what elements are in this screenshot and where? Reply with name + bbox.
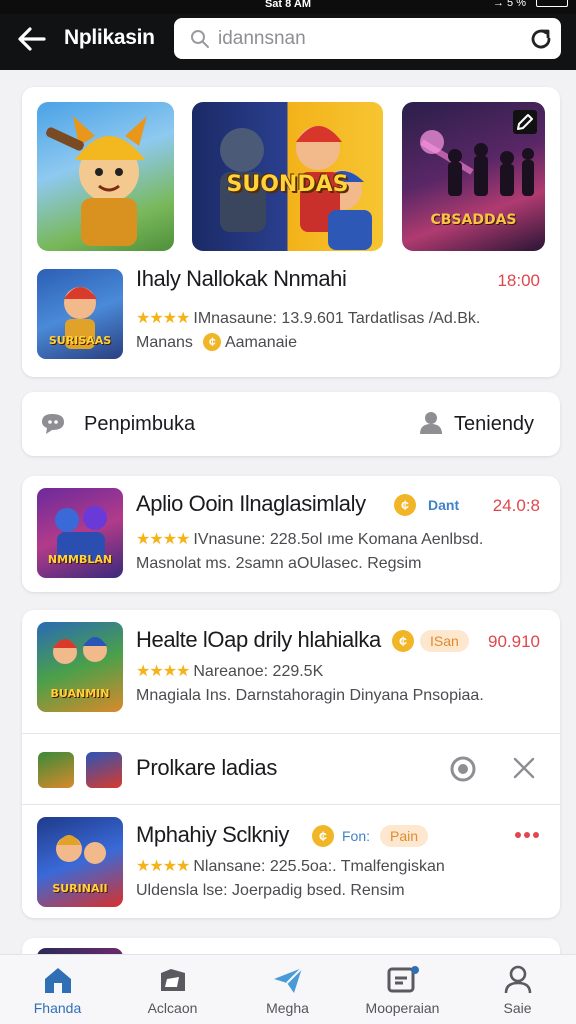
game-3-thumbnail[interactable]: SURINAII: [37, 817, 123, 907]
nav-item-profile[interactable]: Saie: [460, 955, 575, 1024]
bottom-nav: Fhanda Aclcaon Megha Mooperaian Saie: [0, 954, 576, 1024]
game-1-price: 24.0:8: [492, 496, 540, 515]
game-3-stats: ★★★★ Nlansane: 225.5oa:. Tmalfengiskan: [136, 857, 445, 877]
rating-stars: ★★★★: [136, 531, 190, 548]
search-placeholder: idannsnan: [218, 28, 306, 49]
folder-icon: [161, 969, 185, 991]
banner-2[interactable]: SUONDAS: [192, 102, 383, 251]
game-2-stats-text: Nareanoe: 229.5K: [193, 663, 324, 680]
nav-item-messages[interactable]: Mooperaian: [345, 955, 460, 1024]
game-1-tag: Dant: [428, 497, 460, 513]
nav-label-collection: Aclcaon: [147, 1000, 198, 1016]
more-icon[interactable]: [514, 831, 540, 839]
search-input[interactable]: idannsnan: [174, 18, 561, 59]
banner-3[interactable]: CBSADDAS: [402, 102, 545, 251]
edit-icon[interactable]: [513, 110, 537, 134]
coin-icon: ¢: [312, 825, 334, 847]
featured-title: Ihaly Nallokak Nnmahi: [136, 266, 347, 291]
featured-sub-prefix: Manans: [136, 334, 193, 351]
filter-bar: Penpimbuka Teniendy: [22, 392, 560, 456]
game-card-2[interactable]: BUANMIN Healte lOap drily hlahialka ¢ IS…: [22, 610, 560, 732]
coin-icon: ¢: [394, 494, 416, 516]
coin-icon: ¢: [203, 333, 222, 351]
game-1-thumbnail[interactable]: NMMBLAN: [37, 488, 123, 578]
game-1-thumb-title: NMMBLAN: [47, 553, 113, 566]
app-bar: Nplikasin idannsnan: [0, 14, 576, 70]
game-group-card: BUANMIN Healte lOap drily hlahialka ¢ IS…: [22, 610, 560, 918]
nav-label-messages: Mooperaian: [365, 1000, 440, 1016]
arrow-left-icon[interactable]: [14, 24, 50, 54]
game-1-sub: Masnolat ms. 2samn aOUlasec. Regsim: [136, 555, 422, 572]
filter-left[interactable]: Penpimbuka: [38, 392, 238, 456]
game-3-stats-text: Nlansane: 225.5oa:. Tmalfengiskan: [193, 858, 445, 875]
featured-thumbnail[interactable]: SURISAAS: [37, 269, 123, 359]
close-icon[interactable]: [512, 756, 536, 780]
featured-card: SUONDAS CBSADDAS SURISAAS Ihaly Nallokak…: [22, 87, 560, 377]
home-icon: [45, 968, 71, 993]
target-icon[interactable]: [450, 756, 476, 782]
coin-icon: ¢: [392, 630, 414, 652]
game-2-price: 90.910: [488, 632, 540, 651]
game-2-tag: ISan: [420, 630, 469, 652]
game-1-stats-text: IVnasune: 228.5ol ıme Komana Aenlbsd.: [193, 531, 484, 548]
game-2-thumbnail[interactable]: BUANMIN: [37, 622, 123, 712]
message-icon: [387, 966, 419, 993]
game-3-tag-plain: Fon:: [342, 828, 371, 844]
banner-3-title: CBSADDAS: [430, 212, 517, 228]
game-1-stats: ★★★★ IVnasune: 228.5ol ıme Komana Aenlbsd…: [136, 530, 483, 550]
nav-item-collection[interactable]: Aclcaon: [115, 955, 230, 1024]
featured-sub-suffix: Aamanaie: [224, 334, 297, 351]
page-title: Nplikasin: [64, 26, 155, 49]
featured-stats: ★★★★ IMnasaune: 13.9.601 Tardatlisas /Ad.…: [136, 309, 480, 329]
rating-stars: ★★★★: [136, 663, 190, 680]
game-card-1[interactable]: NMMBLAN Aplio Ooin Ilnaglasimlaly ¢ Dant…: [22, 476, 560, 592]
featured-price: 18:00: [497, 271, 540, 290]
game-3-title: Mphahiy Sclkniy: [136, 822, 289, 847]
send-icon: [274, 967, 303, 993]
refresh-icon[interactable]: [529, 27, 553, 51]
banner-1[interactable]: [37, 102, 174, 251]
profile-icon: [504, 965, 532, 994]
chat-icon: [42, 414, 64, 434]
user-icon: [420, 412, 442, 434]
nav-item-send[interactable]: Megha: [230, 955, 345, 1024]
game-3-sub: Uldensla lse: Joerpadig bsed. Rensim: [136, 882, 405, 899]
featured-thumb-title: SURISAAS: [48, 334, 112, 347]
game-3-tag: Pain: [380, 825, 429, 847]
filter-right[interactable]: Teniendy: [418, 392, 540, 456]
promo-thumb-2: [86, 752, 122, 788]
game-3-thumb-title: SURINAII: [52, 882, 108, 895]
filter-left-label: Penpimbuka: [84, 413, 196, 435]
featured-stats-text: IMnasaune: 13.9.601 Tardatlisas /Ad.Bk.: [193, 310, 481, 327]
promo-label: Prolkare ladias: [136, 755, 278, 780]
status-time: Sat 8 AM: [264, 0, 312, 10]
status-bar: Sat 8 AM → 5 %: [0, 0, 576, 14]
nav-label-home: Fhanda: [33, 1000, 82, 1016]
nav-item-home[interactable]: Fhanda: [0, 955, 115, 1024]
nav-label-profile: Saie: [503, 1000, 532, 1016]
battery-icon: [536, 0, 568, 7]
rating-stars: ★★★★: [136, 858, 190, 875]
game-1-title: Aplio Ooin Ilnaglasimlaly: [136, 491, 366, 516]
featured-sub: Manans ¢ Aamanaie: [136, 333, 297, 353]
filter-right-label: Teniendy: [454, 413, 535, 435]
rating-stars: ★★★★: [136, 310, 190, 327]
game-2-title: Healte lOap drily hlahialka: [136, 627, 381, 652]
game-2-sub: Mnagiala Ins. Darnstahoragin Dinyana Pns…: [136, 687, 484, 704]
nav-label-send: Megha: [266, 1000, 309, 1016]
game-card-3[interactable]: SURINAII Mphahiy Sclkniy ¢ Fon: Pain ★★★…: [22, 805, 560, 918]
game-2-thumb-title: BUANMIN: [50, 687, 110, 700]
banner-2-title: SUONDAS: [226, 172, 349, 197]
promo-row[interactable]: Prolkare ladias: [22, 734, 560, 804]
game-2-stats: ★★★★ Nareanoe: 229.5K: [136, 662, 323, 682]
search-icon: [191, 30, 209, 48]
signal-indicator: → 5 %: [492, 0, 526, 9]
promo-thumb-1: [38, 752, 74, 788]
